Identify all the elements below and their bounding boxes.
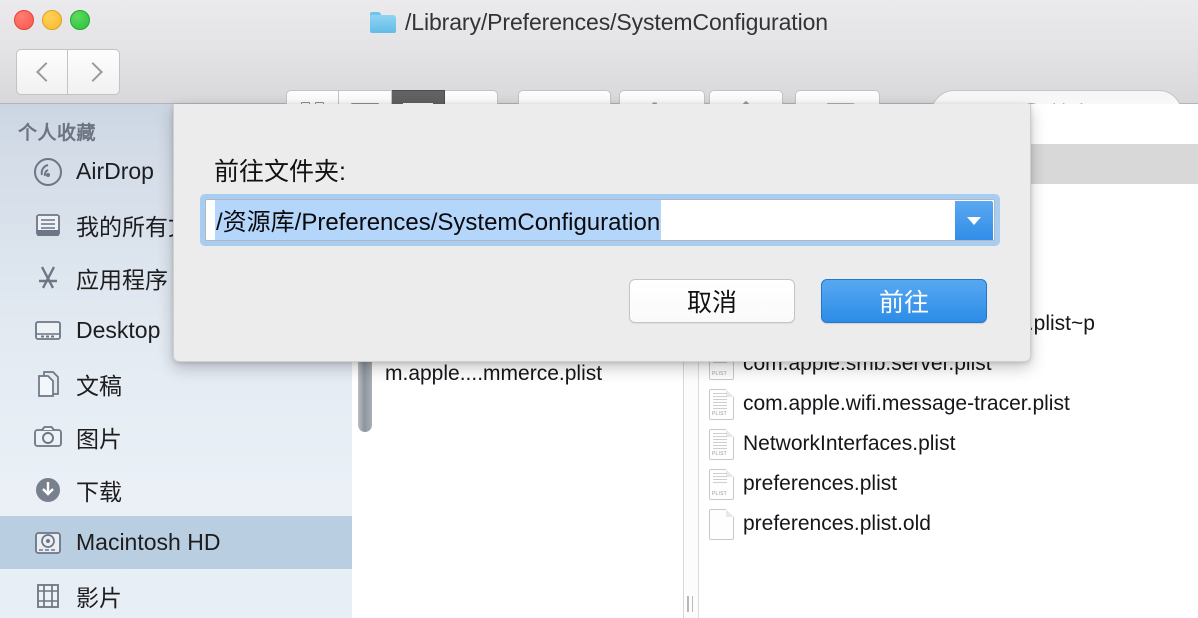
downloads-icon	[36, 477, 60, 502]
sidebar-item-label: 影片	[76, 584, 122, 611]
go-to-folder-label: 前往文件夹:	[214, 158, 346, 186]
pictures-icon	[34, 425, 62, 447]
navigation-buttons	[16, 49, 120, 95]
plist-icon: PLIST	[709, 468, 734, 500]
sidebar-item-label: 应用程序	[76, 266, 168, 293]
desktop-icon	[35, 320, 61, 340]
maximize-button[interactable]	[70, 10, 90, 30]
all-my-files-icon	[36, 213, 60, 236]
sidebar-item-movies[interactable]: 影片	[0, 569, 352, 618]
hard-disk-icon	[35, 531, 61, 554]
window-titlebar: /Library/Preferences/SystemConfiguration	[0, 0, 1198, 136]
sidebar-item-label: AirDrop	[76, 158, 154, 184]
path-combobox[interactable]: /资源库/Preferences/SystemConfiguration	[200, 194, 1000, 246]
path-input[interactable]: /资源库/Preferences/SystemConfiguration	[205, 199, 995, 241]
sidebar-item-label: 图片	[76, 425, 122, 452]
window-controls	[14, 10, 90, 30]
close-button[interactable]	[14, 10, 34, 30]
finder-window: /Library/Preferences/SystemConfiguration	[0, 0, 1198, 618]
documents-icon	[38, 370, 59, 397]
toolbar: 搜索	[0, 44, 1198, 136]
chevron-right-icon	[87, 61, 100, 83]
list-item[interactable]: PLIST com.apple.wifi.message-tracer.plis…	[700, 384, 1198, 424]
list-item[interactable]: PLIST preferences.plist	[700, 464, 1198, 504]
sidebar-item-label: Macintosh HD	[76, 529, 221, 555]
folder-icon	[370, 11, 396, 33]
sidebar-item-macintosh-hd[interactable]: Macintosh HD	[0, 516, 352, 569]
file-name: com.apple.wifi.message-tracer.plist	[743, 392, 1070, 415]
sidebar-item-label: 文稿	[76, 372, 122, 399]
plist-icon: PLIST	[709, 428, 734, 460]
file-name: NetworkInterfaces.plist	[743, 432, 956, 455]
path-dropdown-button[interactable]	[955, 201, 993, 240]
page-title: /Library/Preferences/SystemConfiguration	[405, 8, 828, 35]
file-name: preferences.plist	[743, 472, 898, 495]
sidebar-item-documents[interactable]: 文稿	[0, 357, 352, 410]
chevron-left-icon	[36, 61, 49, 83]
sidebar-item-downloads[interactable]: 下载	[0, 463, 352, 516]
file-name: preferences.plist.old	[743, 512, 931, 535]
path-input-value: /资源库/Preferences/SystemConfiguration	[215, 200, 662, 240]
sidebar-item-label: Desktop	[76, 317, 161, 343]
list-item[interactable]: PLIST NetworkInterfaces.plist	[700, 424, 1198, 464]
movies-icon	[37, 583, 59, 608]
file-name: m.apple....mmerce.plist	[385, 362, 603, 385]
chevron-down-icon	[967, 217, 981, 225]
cancel-button[interactable]: 取消	[629, 279, 795, 323]
sidebar-item-pictures[interactable]: 图片	[0, 410, 352, 463]
sidebar-scrollbar-thumb[interactable]	[358, 354, 372, 432]
forward-button[interactable]	[68, 49, 120, 95]
minimize-button[interactable]	[42, 10, 62, 30]
plist-icon: PLIST	[709, 388, 734, 420]
document-icon	[709, 508, 734, 540]
back-button[interactable]	[16, 49, 68, 95]
go-button[interactable]: 前往	[821, 279, 987, 323]
list-item[interactable]: preferences.plist.old	[700, 504, 1198, 544]
sidebar-item-label: 下载	[76, 478, 122, 505]
window-title-area: /Library/Preferences/SystemConfiguration	[0, 0, 1198, 44]
airdrop-icon	[34, 157, 62, 186]
column-resize-handle[interactable]	[687, 596, 698, 612]
applications-icon	[39, 265, 57, 289]
